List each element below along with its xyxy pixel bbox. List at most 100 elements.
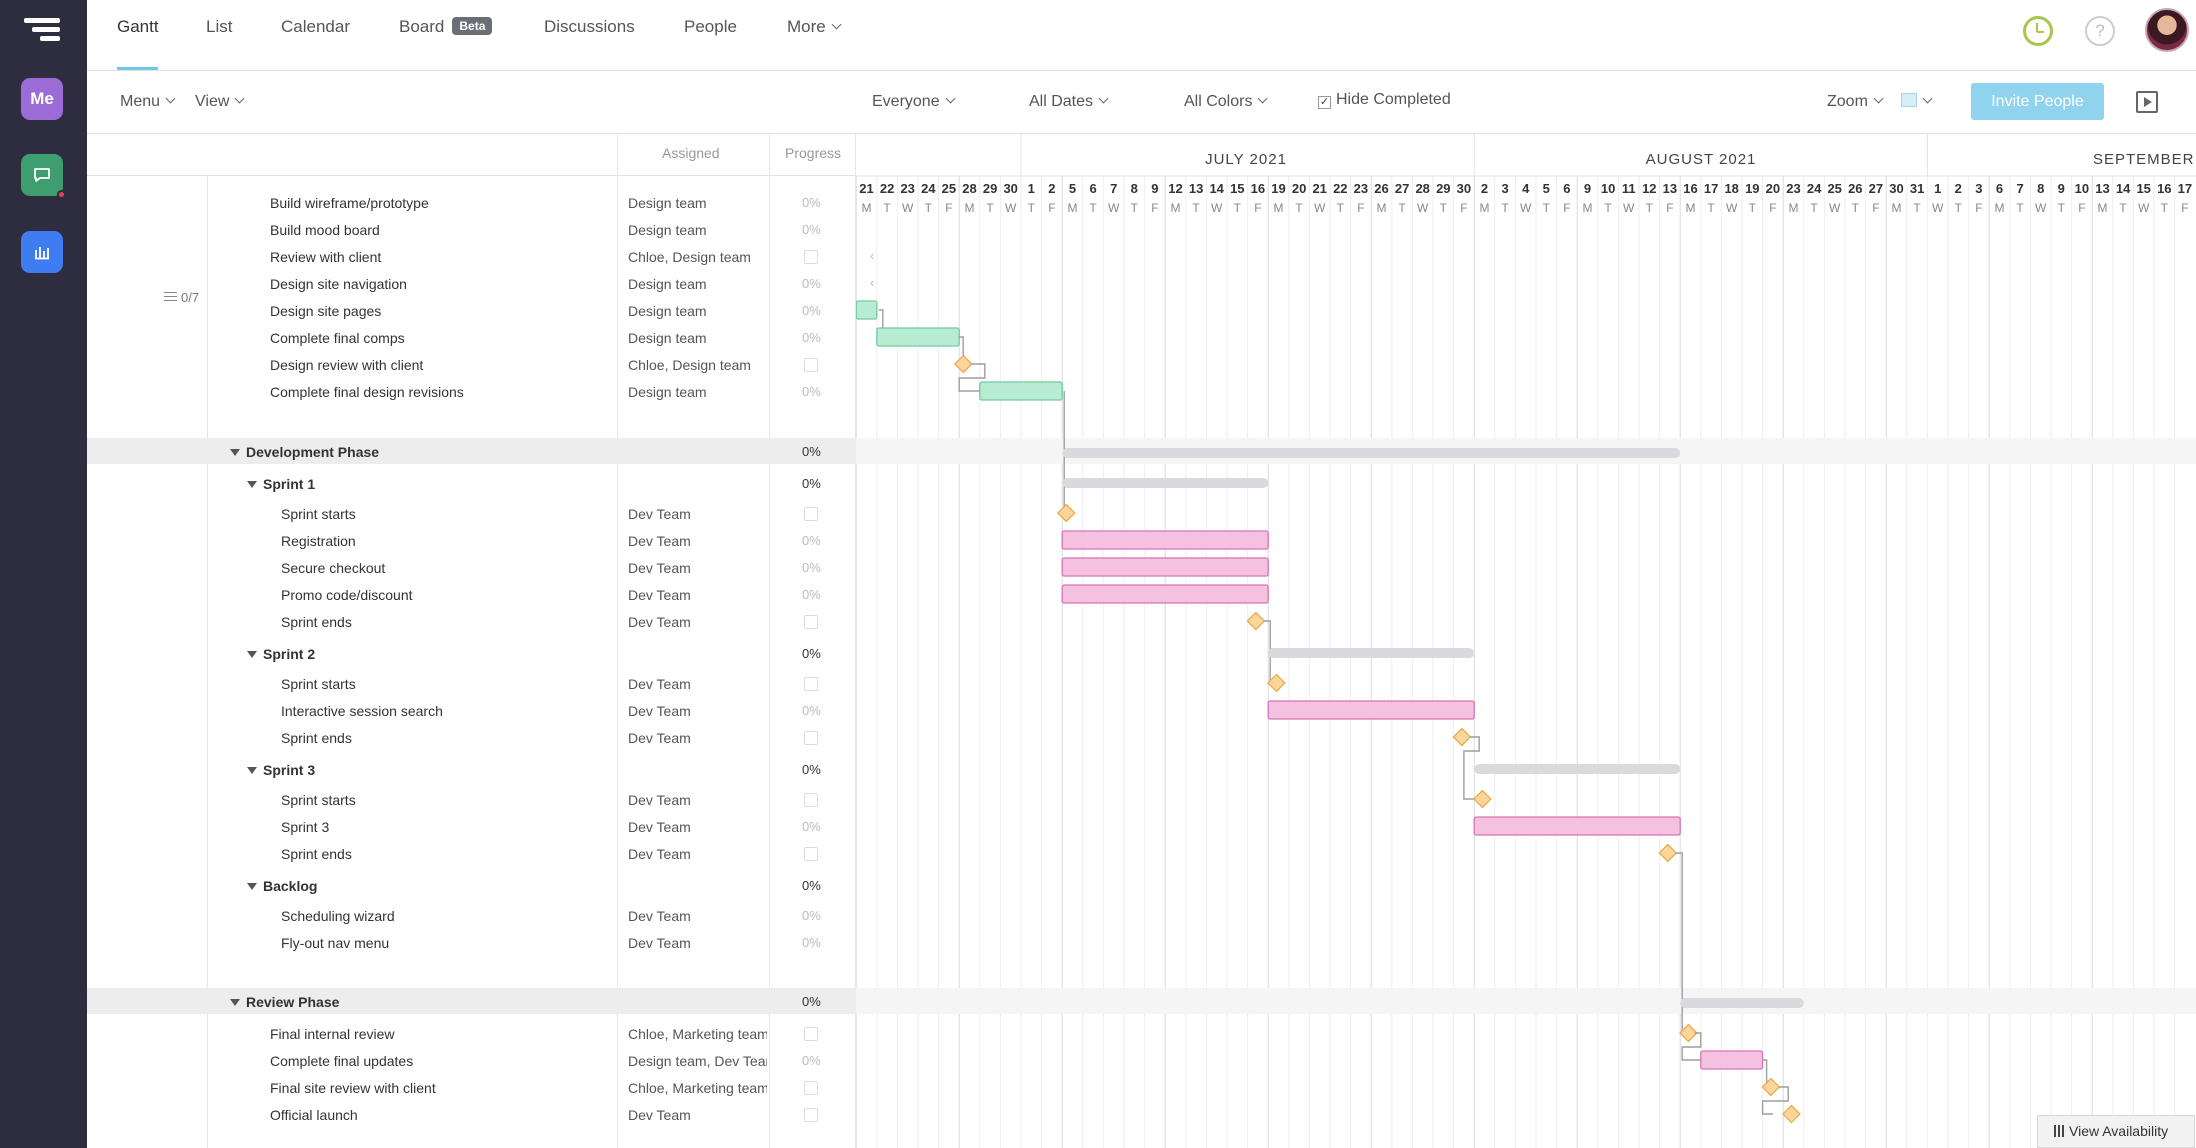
dates-filter[interactable]: All Dates (1029, 93, 1109, 111)
assigned-cell[interactable]: Chloe, Marketing team (628, 1080, 767, 1096)
summary-bar[interactable] (1680, 998, 1804, 1008)
tab-gantt[interactable]: Gantt (117, 17, 159, 37)
assigned-cell[interactable]: Dev Team (628, 819, 767, 835)
task-name[interactable]: Build mood board (270, 222, 380, 238)
gantt-chart[interactable]: JULY 2021AUGUST 2021SEPTEMBER 221M22T23W… (856, 134, 2196, 1148)
task-row[interactable]: Sprint starts Dev Team (87, 500, 856, 527)
collapse-arrow-icon[interactable] (247, 651, 257, 658)
task-name[interactable]: Design review with client (270, 357, 423, 373)
task-name[interactable]: Promo code/discount (281, 587, 413, 603)
task-row[interactable]: Sprint ends Dev Team (87, 724, 856, 751)
milestone[interactable] (1782, 1104, 1801, 1124)
progress-cell[interactable]: 0% (802, 195, 821, 210)
progress-cell[interactable]: 0% (802, 444, 821, 459)
collapse-arrow-icon[interactable] (247, 767, 257, 774)
assigned-cell[interactable]: Chloe, Design team (628, 357, 767, 373)
progress-cell[interactable]: 0% (802, 819, 821, 834)
zoom-dropdown[interactable]: Zoom (1827, 93, 1884, 111)
milestone-checkbox[interactable] (804, 731, 818, 745)
progress-cell[interactable]: 0% (802, 646, 821, 661)
task-row[interactable]: Final site review with client Chloe, Mark… (87, 1074, 856, 1101)
summary-bar[interactable] (1062, 478, 1269, 488)
progress-cell[interactable]: 0% (802, 703, 821, 718)
milestone-checkbox[interactable] (804, 507, 818, 521)
collapse-arrow-icon[interactable] (247, 883, 257, 890)
progress-cell[interactable]: 0% (802, 935, 821, 950)
task-row[interactable]: Review with client Chloe, Design team (87, 243, 856, 270)
assigned-cell[interactable]: Dev Team (628, 614, 767, 630)
help-icon[interactable]: ? (2085, 16, 2115, 46)
dev-bar[interactable] (1061, 530, 1269, 550)
dev-bar[interactable] (1061, 584, 1269, 604)
task-name[interactable]: Sprint starts (281, 792, 356, 808)
assigned-cell[interactable]: Dev Team (628, 676, 767, 692)
milestone[interactable] (1246, 611, 1266, 631)
task-name[interactable]: Complete final updates (270, 1053, 413, 1069)
tab-people[interactable]: People (684, 17, 737, 37)
collapse-arrow-icon[interactable] (230, 449, 240, 456)
clock-icon[interactable] (2023, 16, 2053, 46)
task-name[interactable]: Backlog (247, 878, 317, 894)
chat-button[interactable] (21, 154, 66, 199)
progress-cell[interactable]: 0% (802, 762, 821, 777)
task-name[interactable]: Sprint 1 (247, 476, 315, 492)
milestone-checkbox[interactable] (804, 847, 818, 861)
design-bar[interactable] (876, 327, 960, 347)
progress-cell[interactable]: 0% (802, 587, 821, 602)
progress-cell[interactable]: 0% (802, 476, 821, 491)
progress-cell[interactable]: 0% (802, 222, 821, 237)
collapse-arrow-icon[interactable] (230, 999, 240, 1006)
assigned-cell[interactable]: Dev Team (628, 792, 767, 808)
assigned-cell[interactable]: Design team (628, 330, 767, 346)
task-row[interactable]: Sprint ends Dev Team (87, 608, 856, 635)
phase-row[interactable]: Development Phase 0% (87, 438, 856, 464)
subtask-count[interactable]: 0/7 (164, 290, 199, 305)
task-name[interactable]: Sprint starts (281, 676, 356, 692)
task-name[interactable]: Review Phase (230, 994, 339, 1010)
assigned-cell[interactable]: Design team (628, 276, 767, 292)
milestone-checkbox[interactable] (804, 1027, 818, 1041)
milestone-checkbox[interactable] (804, 1108, 818, 1122)
color-dropdown[interactable] (1917, 93, 1933, 111)
group-row[interactable]: Sprint 1 0% (87, 470, 856, 497)
progress-cell[interactable]: 0% (802, 994, 821, 1009)
assigned-cell[interactable]: Dev Team (628, 506, 767, 522)
task-row[interactable]: Official launch Dev Team (87, 1101, 856, 1128)
task-name[interactable]: Final site review with client (270, 1080, 436, 1096)
progress-cell[interactable]: 0% (802, 303, 821, 318)
group-row[interactable]: Sprint 3 0% (87, 756, 856, 783)
progress-cell[interactable]: 0% (802, 560, 821, 575)
task-name[interactable]: Sprint ends (281, 614, 352, 630)
tab-more[interactable]: More (787, 17, 842, 37)
assigned-cell[interactable]: Design team, Dev Team (628, 1053, 767, 1069)
task-name[interactable]: Fly-out nav menu (281, 935, 389, 951)
dev-bar[interactable] (1473, 816, 1681, 836)
assigned-cell[interactable]: Dev Team (628, 935, 767, 951)
tab-board[interactable]: Board Beta (399, 17, 493, 37)
milestone[interactable] (1452, 727, 1472, 747)
task-name[interactable]: Registration (281, 533, 356, 549)
assigned-cell[interactable]: Chloe, Marketing team (628, 1026, 767, 1042)
assigned-cell[interactable]: Dev Team (628, 703, 767, 719)
reports-button[interactable] (21, 231, 63, 273)
task-row[interactable]: Promo code/discount Dev Team 0% (87, 581, 856, 608)
task-row[interactable]: Complete final comps Design team 0% (87, 324, 856, 351)
hamburger-logo-icon[interactable] (24, 18, 60, 48)
view-dropdown[interactable]: View (195, 93, 245, 111)
assigned-cell[interactable]: Design team (628, 303, 767, 319)
task-row[interactable]: Design site pages Design team 0% (87, 297, 856, 324)
task-row[interactable]: Sprint starts Dev Team (87, 786, 856, 813)
task-row[interactable]: Complete final updates Design team, Dev T… (87, 1047, 856, 1074)
task-name[interactable]: Final internal review (270, 1026, 395, 1042)
task-name[interactable]: Sprint 3 (247, 762, 315, 778)
assigned-cell[interactable]: Design team (628, 195, 767, 211)
dev-bar[interactable] (1267, 700, 1475, 720)
task-name[interactable]: Complete final design revisions (270, 384, 464, 400)
tab-calendar[interactable]: Calendar (281, 17, 350, 37)
task-row[interactable]: Registration Dev Team 0% (87, 527, 856, 554)
task-name[interactable]: Design site pages (270, 303, 381, 319)
progress-cell[interactable]: 0% (802, 1053, 821, 1068)
task-row[interactable]: Final internal review Chloe, Marketing te… (87, 1020, 856, 1047)
dev-bar[interactable] (1700, 1050, 1764, 1070)
progress-cell[interactable]: 0% (802, 384, 821, 399)
